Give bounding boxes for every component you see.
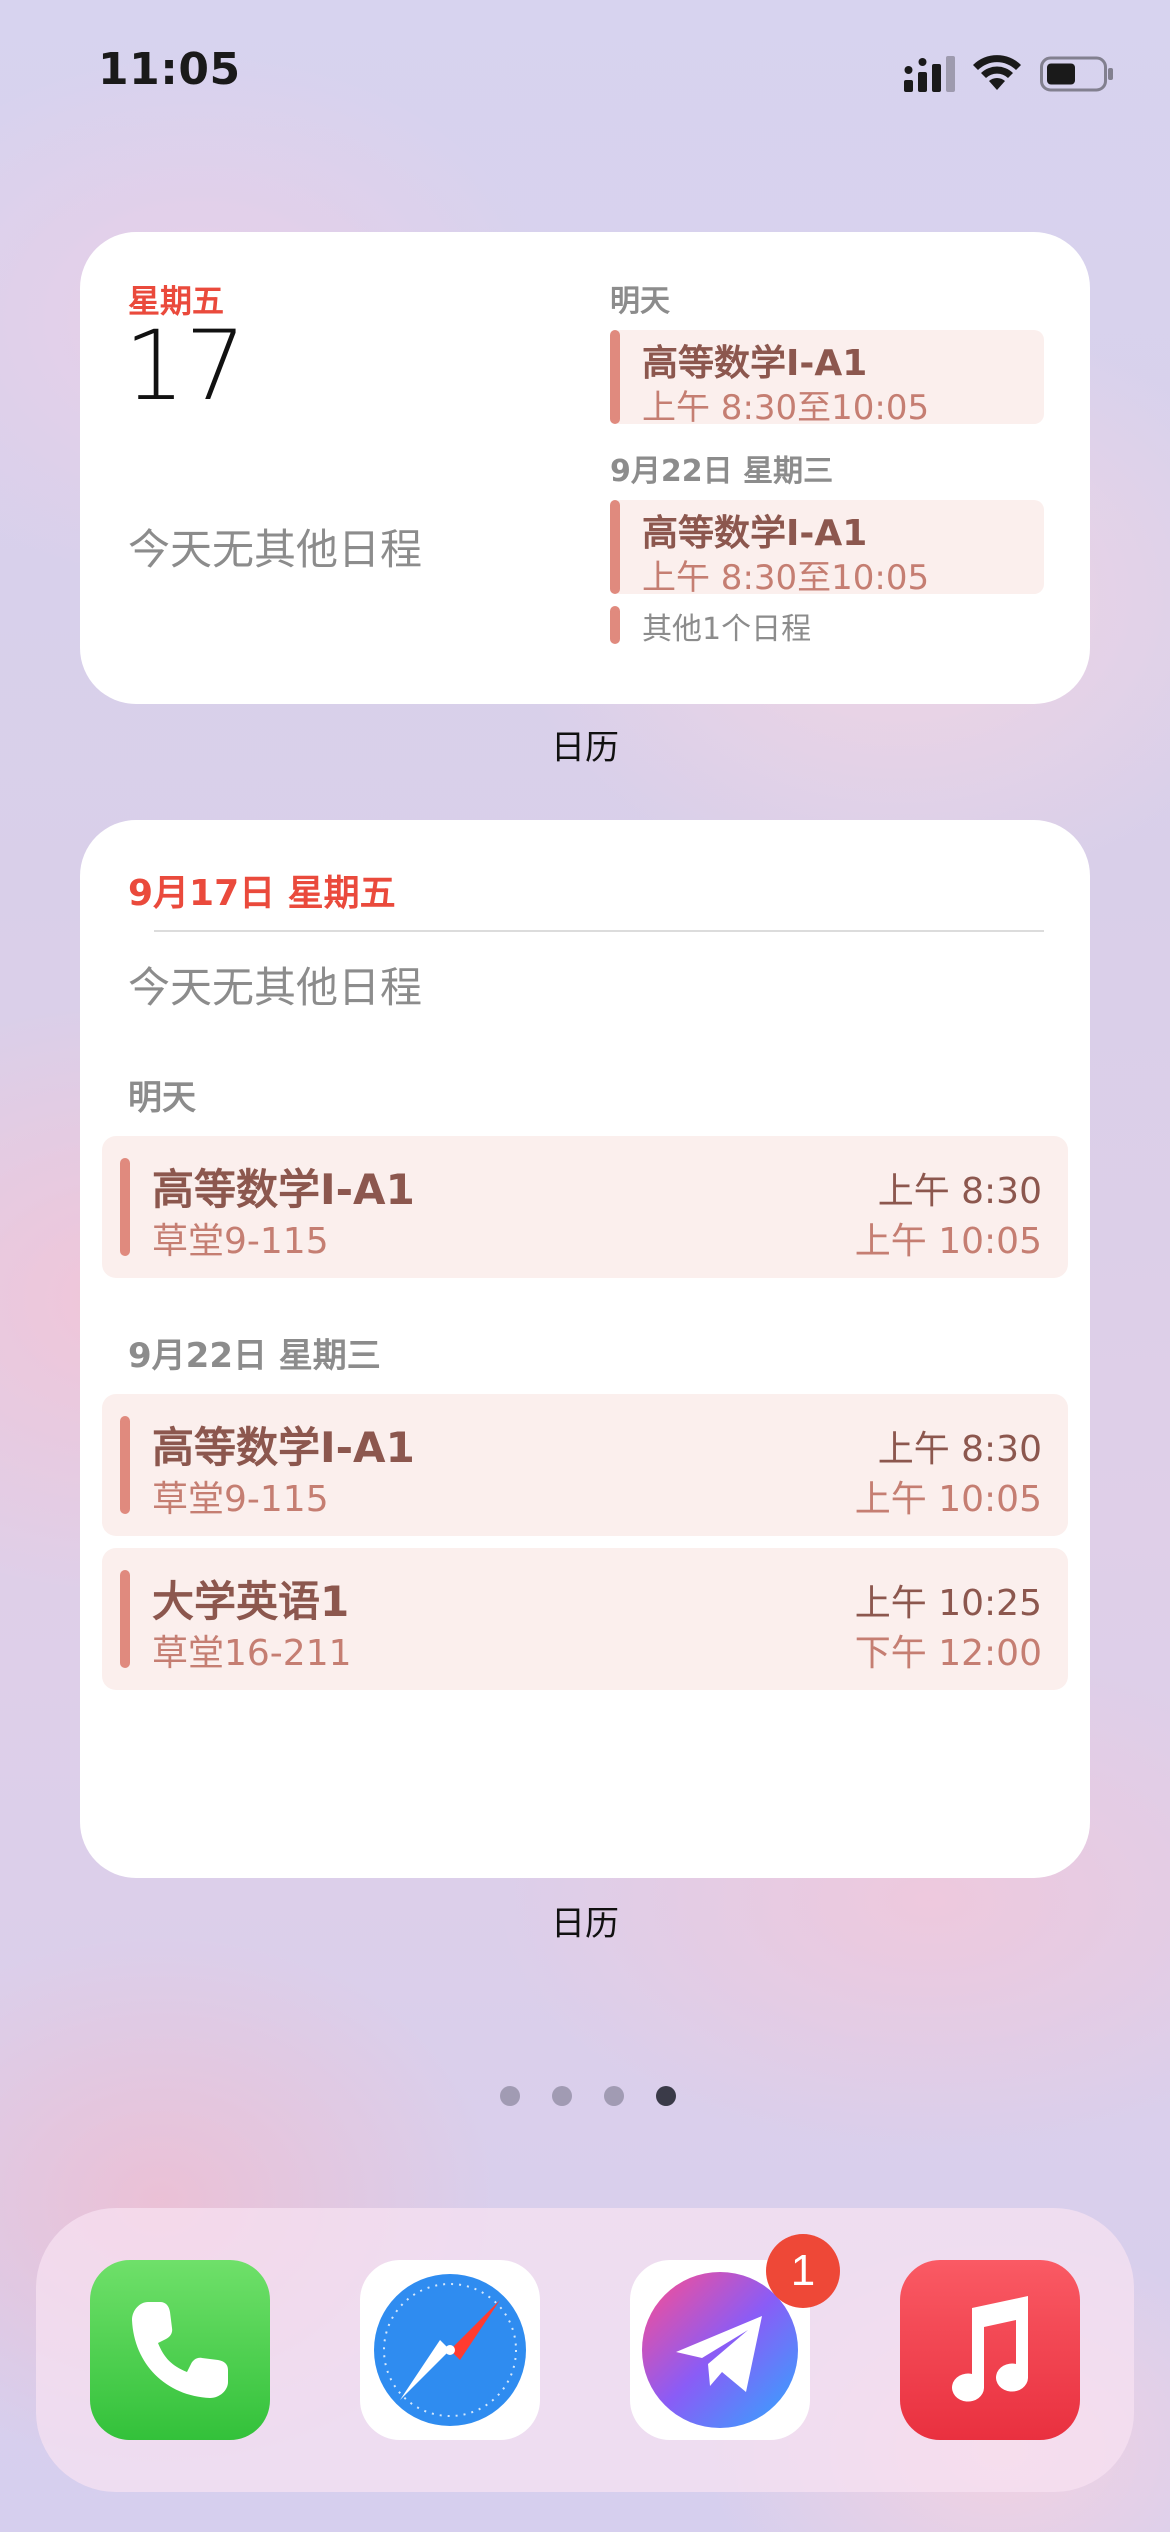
event-location: 草堂9-115 [152, 1479, 329, 1520]
event-title: 高等数学I-A1 [642, 343, 868, 384]
page-indicator[interactable] [498, 2082, 678, 2110]
event-color-bar [120, 1416, 130, 1514]
day-number: 17 [124, 310, 247, 422]
event-title: 高等数学I-A1 [152, 1423, 415, 1472]
event-location: 草堂9-115 [152, 1221, 329, 1262]
section-tomorrow: 明天 [128, 1078, 196, 1118]
page-dot[interactable] [500, 2086, 520, 2106]
notification-badge: 1 [766, 2234, 840, 2308]
event-title: 高等数学I-A1 [152, 1165, 415, 1214]
event-item[interactable]: 高等数学I-A1 草堂9-115 上午 8:30 上午 10:05 [102, 1136, 1068, 1278]
event-end-time: 下午 12:00 [854, 1633, 1042, 1674]
calendar-widget-large[interactable]: 9月17日 星期五 今天无其他日程 明天 高等数学I-A1 草堂9-115 上午… [80, 820, 1090, 1878]
event-color-bar [610, 330, 620, 424]
event-color-bar [610, 500, 620, 594]
battery-icon [1040, 56, 1113, 92]
event-end-time: 上午 10:05 [854, 1221, 1042, 1262]
page-dot[interactable] [552, 2086, 572, 2106]
section-date: 9月22日 星期三 [128, 1336, 381, 1376]
no-events-text: 今天无其他日程 [128, 525, 423, 574]
divider [154, 930, 1044, 932]
widget-label: 日历 [551, 728, 619, 768]
event-title: 大学英语1 [152, 1577, 350, 1626]
event-time: 上午 8:30至10:05 [642, 388, 930, 428]
status-bar: 11:05 [0, 0, 1170, 140]
dock [36, 2208, 1134, 2492]
safari-app[interactable] [360, 2260, 540, 2440]
event-start-time: 上午 10:25 [854, 1583, 1042, 1624]
phone-app[interactable] [90, 2260, 270, 2440]
event-start-time: 上午 8:30 [877, 1429, 1042, 1470]
event-item[interactable]: 高等数学I-A1 上午 8:30至10:05 [610, 500, 1044, 598]
event-item[interactable]: 高等数学I-A1 草堂9-115 上午 8:30 上午 10:05 [102, 1394, 1068, 1536]
calendar-widget-medium[interactable]: 星期五 17 今天无其他日程 明天 高等数学I-A1 上午 8:30至10:05… [80, 232, 1090, 704]
event-location: 草堂16-211 [152, 1633, 352, 1674]
page-dot-active[interactable] [656, 2086, 676, 2106]
music-icon [952, 2296, 1028, 2402]
event-color-bar [120, 1158, 130, 1256]
page-dot[interactable] [604, 2086, 624, 2106]
section-date: 9月22日 星期三 [610, 454, 834, 489]
date-header: 9月17日 星期五 [128, 873, 396, 914]
phone-icon [132, 2302, 228, 2398]
section-tomorrow: 明天 [610, 284, 670, 319]
more-events-text: 其他1个日程 [642, 612, 812, 647]
safari-icon [374, 2274, 526, 2426]
event-color-bar [120, 1570, 130, 1668]
status-time: 11:05 [98, 44, 241, 95]
event-title: 高等数学I-A1 [642, 513, 868, 554]
wifi-icon [973, 55, 1021, 90]
no-events-text: 今天无其他日程 [128, 963, 423, 1012]
event-item[interactable]: 高等数学I-A1 上午 8:30至10:05 [610, 330, 1044, 428]
music-app[interactable] [900, 2260, 1080, 2440]
widget-label: 日历 [551, 1904, 619, 1944]
more-events-bar [610, 606, 620, 644]
event-start-time: 上午 8:30 [877, 1171, 1042, 1212]
event-time: 上午 8:30至10:05 [642, 558, 930, 598]
cellular-signal-icon [904, 56, 955, 92]
event-end-time: 上午 10:05 [854, 1479, 1042, 1520]
event-item[interactable]: 大学英语1 草堂16-211 上午 10:25 下午 12:00 [102, 1548, 1068, 1690]
